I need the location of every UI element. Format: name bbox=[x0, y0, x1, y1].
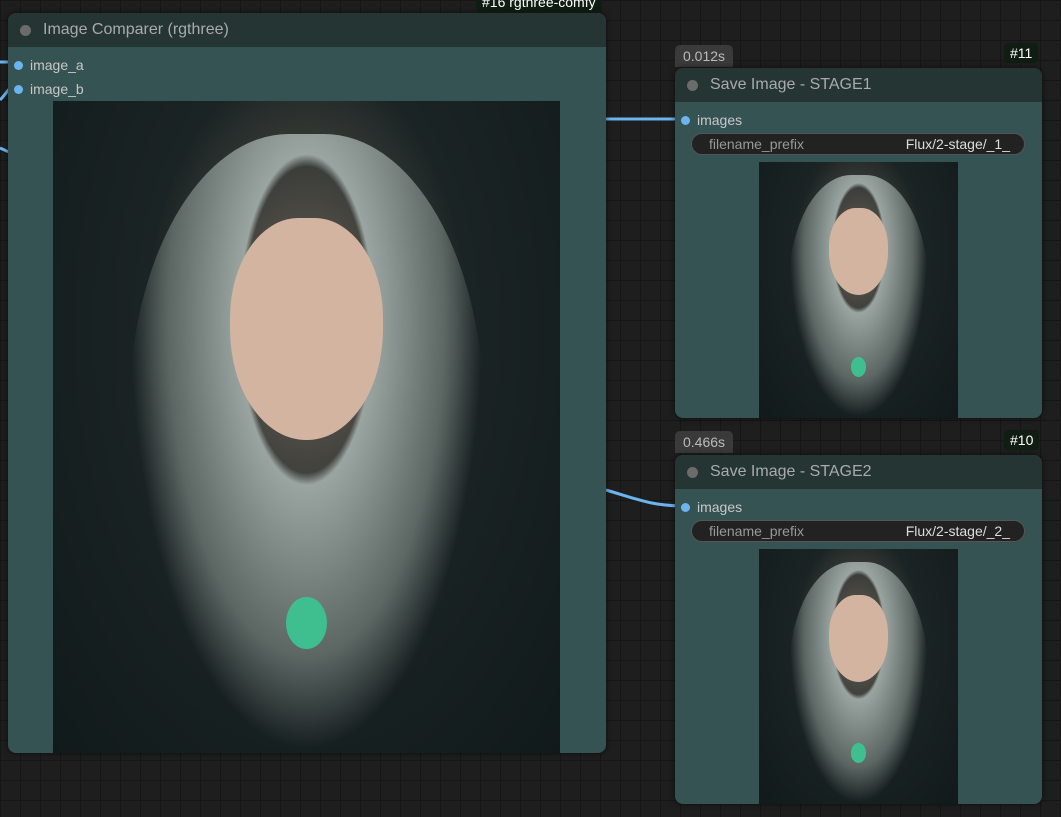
filename-prefix-widget[interactable]: filename_prefix Flux/2-stage/_2_ bbox=[691, 520, 1025, 542]
slot-dot-icon[interactable] bbox=[14, 84, 23, 94]
filename-prefix-widget[interactable]: filename_prefix Flux/2-stage/_1_ bbox=[691, 133, 1025, 155]
slot-dot-icon[interactable] bbox=[14, 60, 23, 70]
link-stage2 bbox=[605, 488, 681, 508]
node-badge: #11 bbox=[1004, 43, 1039, 63]
slot-dot-icon[interactable] bbox=[681, 502, 690, 512]
slot-dot-icon[interactable] bbox=[681, 115, 690, 125]
collapse-dot-icon[interactable] bbox=[20, 24, 31, 36]
collapse-dot-icon[interactable] bbox=[687, 79, 698, 91]
node-title: Save Image - STAGE2 bbox=[710, 463, 872, 480]
save-image-stage2-node[interactable]: Save Image - STAGE2 images filename_pref… bbox=[675, 455, 1042, 804]
image-comparer-node[interactable]: Image Comparer (rgthree) image_a image_b bbox=[8, 13, 606, 753]
save-image-stage1-node[interactable]: Save Image - STAGE1 images filename_pref… bbox=[675, 68, 1042, 418]
node-badge: #16 rgthree-comfy bbox=[476, 0, 602, 12]
input-slot-image-a[interactable]: image_a bbox=[14, 57, 84, 73]
preview-image[interactable] bbox=[759, 549, 958, 804]
node-title: Save Image - STAGE1 bbox=[710, 76, 872, 93]
input-slot-images[interactable]: images bbox=[681, 499, 742, 515]
node-title-bar[interactable]: Save Image - STAGE1 bbox=[675, 68, 1042, 102]
widget-label: filename_prefix bbox=[709, 523, 804, 539]
node-title: Image Comparer (rgthree) bbox=[43, 21, 229, 38]
comparison-image[interactable] bbox=[53, 101, 560, 753]
input-slot-images[interactable]: images bbox=[681, 112, 742, 128]
preview-image[interactable] bbox=[759, 162, 958, 418]
node-title-bar[interactable]: Save Image - STAGE2 bbox=[675, 455, 1042, 489]
slot-label: images bbox=[697, 499, 743, 515]
slot-label: image_b bbox=[30, 81, 84, 97]
execution-time: 0.466s bbox=[675, 431, 734, 453]
slot-label: image_a bbox=[30, 57, 84, 73]
widget-value: Flux/2-stage/_2_ bbox=[905, 523, 1010, 539]
node-badge: #10 bbox=[1004, 430, 1040, 450]
execution-time: 0.012s bbox=[675, 45, 734, 67]
widget-label: filename_prefix bbox=[709, 136, 804, 152]
collapse-dot-icon[interactable] bbox=[687, 466, 698, 478]
slot-label: images bbox=[697, 112, 743, 128]
input-slot-image-b[interactable]: image_b bbox=[14, 81, 84, 97]
node-title-bar[interactable]: Image Comparer (rgthree) bbox=[8, 13, 606, 47]
widget-value: Flux/2-stage/_1_ bbox=[905, 136, 1010, 152]
